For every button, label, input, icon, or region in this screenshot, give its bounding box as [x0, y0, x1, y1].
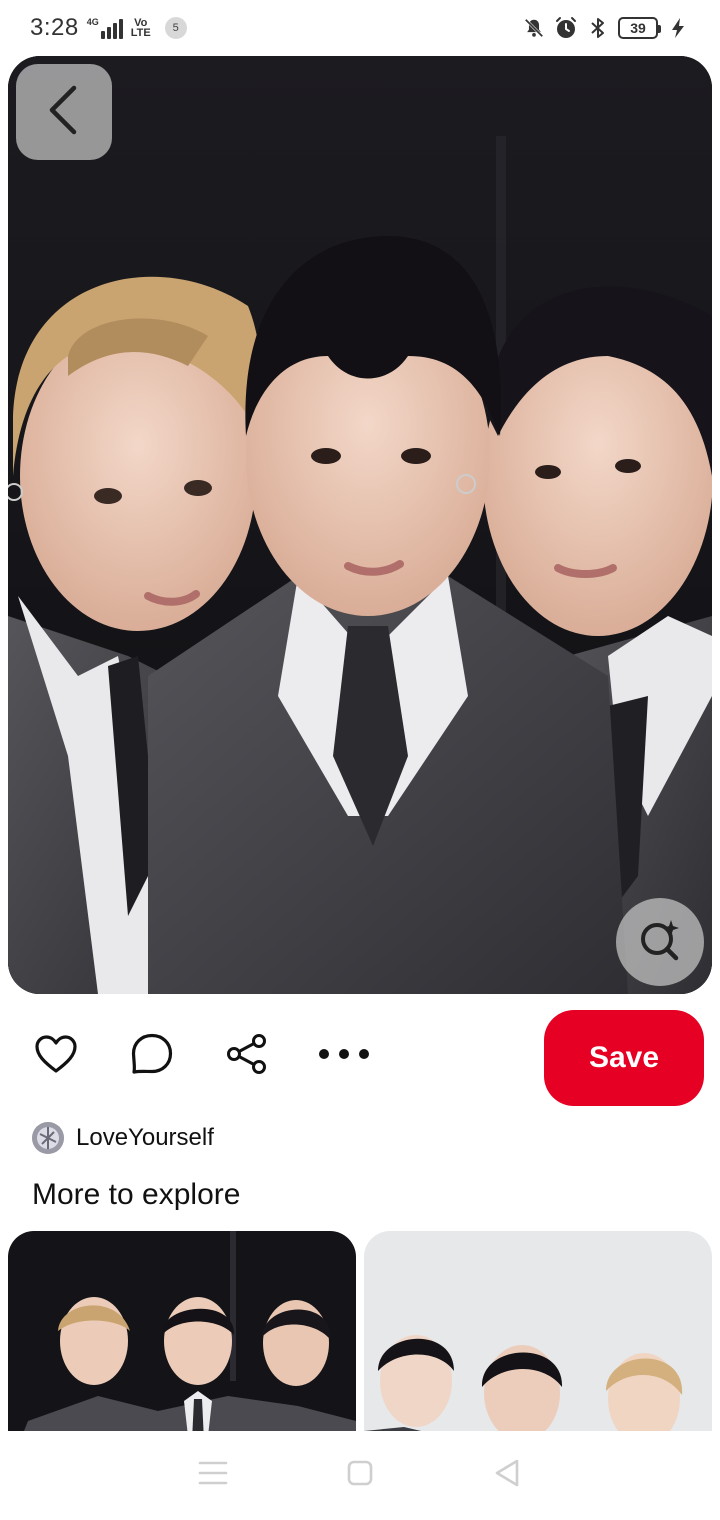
creator-name[interactable]: LoveYourself [76, 1124, 214, 1152]
status-left: 3:28 4G Vo LTE 5 [30, 14, 187, 42]
bluetooth-icon [586, 16, 610, 40]
system-back-button[interactable] [477, 1446, 537, 1506]
signal-bar [112, 23, 117, 39]
comment-icon [130, 1032, 174, 1081]
like-button[interactable] [28, 1028, 84, 1084]
back-button[interactable] [16, 64, 112, 160]
comment-button[interactable] [124, 1028, 180, 1084]
pin-actions: Save [0, 1008, 720, 1108]
alarm-icon [554, 16, 578, 40]
explore-pin-card[interactable] [364, 1231, 712, 1431]
volte-icon: Vo LTE [130, 18, 151, 39]
creator-row[interactable]: LoveYourself [32, 1120, 214, 1156]
signal-bar [100, 31, 105, 39]
heart-icon [34, 1034, 78, 1079]
notification-count-badge: 5 [164, 17, 187, 39]
explore-pin-image [8, 1231, 356, 1431]
volte-bottom: LTE [130, 27, 151, 39]
bell-off-icon [522, 16, 546, 40]
menu-icon [198, 1460, 228, 1491]
section-title: More to explore [32, 1178, 241, 1211]
pin-photo [8, 56, 712, 994]
signal-bar [118, 19, 123, 39]
signal-icon: 4G [87, 17, 123, 39]
system-nav-bar [0, 1431, 720, 1520]
share-icon [225, 1032, 269, 1081]
share-button[interactable] [219, 1028, 275, 1084]
more-options-button[interactable] [316, 1028, 372, 1084]
network-type: 4G [86, 17, 99, 27]
triangle-back-icon [493, 1458, 521, 1493]
visual-search-button[interactable] [616, 898, 704, 986]
battery-icon: 39 [618, 17, 661, 39]
save-button[interactable]: Save [544, 1010, 704, 1106]
explore-pin-card[interactable] [8, 1231, 356, 1431]
status-bar: 3:28 4G Vo LTE 5 39 [0, 0, 720, 56]
recent-apps-button[interactable] [183, 1446, 243, 1506]
explore-pin-image [364, 1231, 712, 1431]
more-icon [318, 1047, 370, 1065]
home-button[interactable] [330, 1446, 390, 1506]
square-icon [346, 1459, 374, 1492]
explore-grid [8, 1231, 712, 1431]
pin-image[interactable] [8, 56, 712, 994]
lens-search-icon [636, 916, 684, 969]
avatar[interactable] [32, 1122, 64, 1154]
status-time: 3:28 [30, 14, 79, 41]
status-right: 39 [522, 16, 690, 40]
charging-icon [666, 16, 690, 40]
signal-bar [106, 27, 111, 39]
chevron-left-icon [44, 82, 84, 143]
